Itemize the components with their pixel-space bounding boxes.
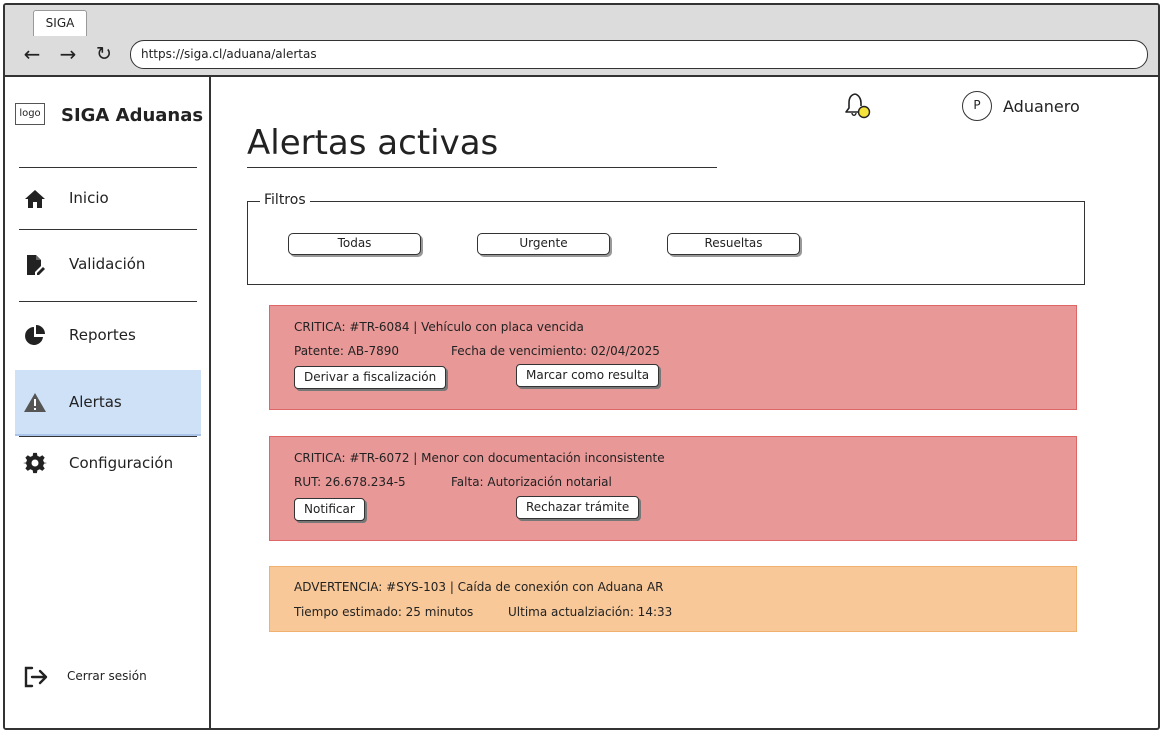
- sidebar-divider: [19, 301, 197, 302]
- alert-detail: Patente: AB-7890: [294, 344, 399, 358]
- alert-detail: RUT: 26.678.234-5: [294, 475, 406, 489]
- filter-resueltas-button[interactable]: Resueltas: [667, 233, 800, 255]
- user-name[interactable]: Aduanero: [1003, 97, 1080, 116]
- bell-icon[interactable]: [841, 91, 873, 121]
- sidebar-item-reportes[interactable]: Reportes: [15, 305, 201, 367]
- filters-legend: Filtros: [260, 192, 310, 208]
- browser-chrome: SIGA ← → ↻ https://siga.cl/aduana/alerta…: [5, 5, 1158, 77]
- avatar[interactable]: P: [962, 91, 992, 121]
- sidebar-item-configuracion[interactable]: Configuración: [15, 433, 201, 495]
- alert-detail: Fecha de vencimiento: 02/04/2025: [451, 344, 660, 358]
- alert-detail: Ultima actualziación: 14:33: [508, 605, 673, 619]
- filters-panel: Filtros Todas Urgente Resueltas: [247, 192, 1085, 285]
- gear-icon: [23, 452, 47, 474]
- sidebar-item-inicio[interactable]: Inicio: [15, 168, 201, 230]
- browser-window: SIGA ← → ↻ https://siga.cl/aduana/alerta…: [3, 3, 1160, 730]
- alert-card-critical: CRITICA: #TR-6072 | Menor con documentac…: [269, 436, 1077, 541]
- sidebar-item-label: Configuración: [69, 454, 174, 472]
- alert-detail: Falta: Autorización notarial: [451, 475, 612, 489]
- logout-button[interactable]: Cerrar sesión: [23, 663, 193, 693]
- derivar-fiscalizacion-button[interactable]: Derivar a fiscalización: [294, 366, 447, 389]
- sidebar-item-validacion[interactable]: Validación: [15, 234, 201, 296]
- alert-card-critical: CRITICA: #TR-6084 | Vehículo con placa v…: [269, 305, 1077, 410]
- warning-icon: [24, 393, 46, 412]
- sidebar-item-alertas[interactable]: Alertas: [15, 370, 201, 436]
- logout-label: Cerrar sesión: [67, 669, 147, 683]
- sidebar: logo SIGA Aduanas Inicio Validación Repo…: [5, 77, 211, 728]
- title-underline: [247, 167, 717, 168]
- sidebar-item-label: Inicio: [69, 189, 109, 207]
- reload-icon[interactable]: ↻: [91, 41, 117, 67]
- back-arrow-icon[interactable]: ←: [19, 41, 45, 67]
- marcar-resuelta-button[interactable]: Marcar como resulta: [516, 364, 660, 387]
- browser-tab[interactable]: SIGA: [33, 10, 87, 36]
- sidebar-item-label: Reportes: [69, 326, 136, 344]
- notificar-button[interactable]: Notificar: [294, 498, 365, 521]
- sidebar-item-label: Alertas: [69, 393, 122, 411]
- alert-detail: Tiempo estimado: 25 minutos: [294, 605, 474, 619]
- address-bar[interactable]: https://siga.cl/aduana/alertas: [130, 40, 1148, 69]
- main-content: P Aduanero Alertas activas Filtros Todas…: [213, 77, 1158, 728]
- logout-icon: [24, 666, 48, 688]
- filter-urgente-button[interactable]: Urgente: [477, 233, 610, 255]
- page-title: Alertas activas: [247, 123, 499, 163]
- sidebar-item-label: Validación: [69, 255, 146, 273]
- forward-arrow-icon[interactable]: →: [55, 41, 81, 67]
- rechazar-tramite-button[interactable]: Rechazar trámite: [516, 496, 640, 519]
- alert-card-warning: ADVERTENCIA: #SYS-103 | Caída de conexió…: [269, 566, 1077, 632]
- alert-title: CRITICA: #TR-6072 | Menor con documentac…: [294, 451, 665, 465]
- alert-title: CRITICA: #TR-6084 | Vehículo con placa v…: [294, 320, 584, 334]
- pie-chart-icon: [25, 325, 45, 345]
- filter-todas-button[interactable]: Todas: [288, 233, 421, 255]
- alert-title: ADVERTENCIA: #SYS-103 | Caída de conexió…: [294, 580, 664, 594]
- brand-name: SIGA Aduanas: [61, 105, 204, 126]
- logo: logo: [15, 103, 45, 125]
- home-icon: [25, 190, 45, 208]
- sidebar-divider: [19, 229, 197, 230]
- document-edit-icon: [27, 255, 45, 275]
